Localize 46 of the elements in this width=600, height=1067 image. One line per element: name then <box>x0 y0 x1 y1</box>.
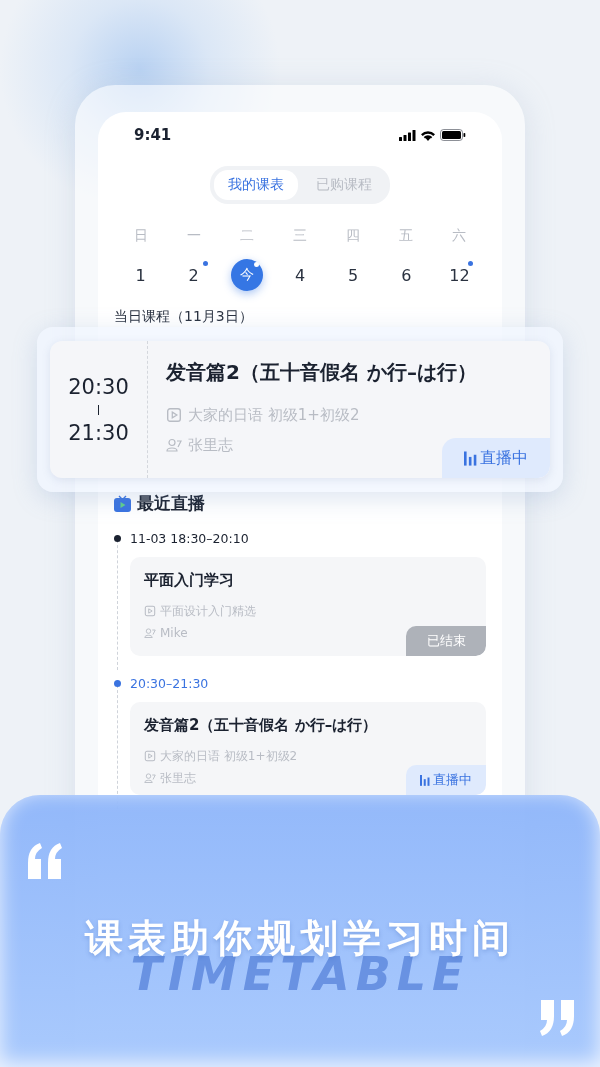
session-time: 11-03 18:30–20:10 <box>130 530 249 546</box>
lesson-icon <box>144 750 156 762</box>
course-title: 平面入门学习 <box>144 571 235 590</box>
calendar-date[interactable]: 6 <box>390 259 423 291</box>
start-time: 20:30 <box>68 374 129 399</box>
tv-icon <box>114 495 131 512</box>
section-title: 当日课程（11月3日） <box>114 308 254 326</box>
tab[interactable]: 我的课表 <box>214 170 298 200</box>
section-title: 最近直播 <box>137 492 205 515</box>
course-title: 发音篇2（五十音假名 か行–は行） <box>144 716 379 735</box>
status-badge: 直播中 <box>442 438 550 478</box>
weekday-label: 一 <box>186 227 201 243</box>
end-time: 21:30 <box>68 420 129 445</box>
live-bars-icon <box>420 774 430 786</box>
teacher-name: 张里志 <box>160 769 196 787</box>
status-badge: 直播中 <box>406 765 486 795</box>
teacher-name: Mike <box>160 626 188 640</box>
wifi-icon <box>420 129 436 141</box>
weekday-label: 四 <box>346 227 361 243</box>
course-card[interactable]: 20:30 21:30 发音篇2（五十音假名 か行–は行） 大家的日语 初级1+初级2 张里志 直播中 <box>50 341 550 478</box>
battery-icon <box>440 129 466 141</box>
time-separator <box>97 404 100 415</box>
signal-icon <box>399 129 416 141</box>
course-name: 大家的日语 初级1+初级2 <box>188 405 360 425</box>
status-badge: 已结束 <box>406 626 486 656</box>
calendar-date[interactable]: 今 <box>230 259 263 291</box>
weekday-label: 六 <box>452 227 467 243</box>
status-time: 9:41 <box>134 126 172 144</box>
live-bars-icon <box>464 450 477 466</box>
calendar-date[interactable]: 4 <box>284 259 316 291</box>
calendar-date[interactable]: 2 <box>177 259 210 291</box>
teacher-icon <box>166 437 182 453</box>
calendar-date[interactable]: 12 <box>443 259 476 291</box>
calendar-date[interactable]: 1 <box>124 259 157 291</box>
teacher-name: 张里志 <box>188 435 233 455</box>
session-time: 20:30–21:30 <box>130 675 209 691</box>
lesson-icon <box>144 605 156 617</box>
weekday-label: 五 <box>399 227 414 243</box>
course-title: 发音篇2（五十音假名 か行–は行） <box>166 359 478 386</box>
calendar-date[interactable]: 5 <box>337 259 370 291</box>
teacher-icon <box>144 627 156 639</box>
quote-icon <box>538 1000 576 1036</box>
quote-icon <box>26 843 64 879</box>
teacher-icon <box>144 772 156 784</box>
lesson-icon <box>166 407 182 423</box>
weekday-label: 日 <box>133 227 148 243</box>
